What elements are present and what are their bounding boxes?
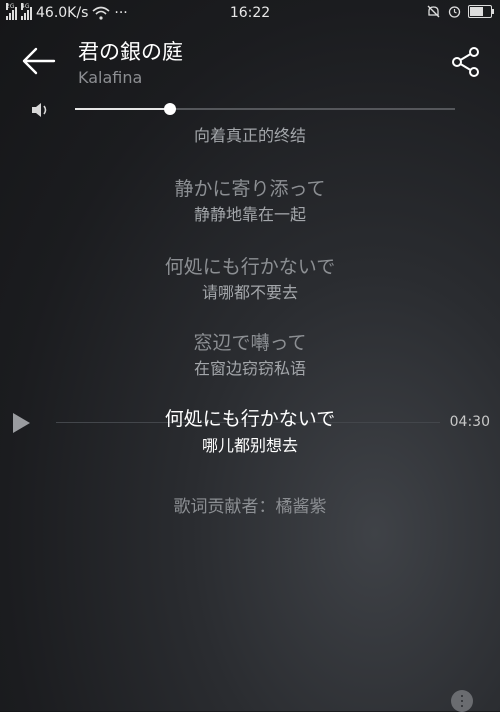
lyric-line: 静かに寄り添って	[174, 178, 326, 200]
volume-knob[interactable]	[164, 103, 176, 115]
seek-time: 04:30	[449, 414, 490, 430]
status-time: 16:22	[229, 5, 271, 21]
back-arrow-icon[interactable]	[20, 46, 56, 76]
status-right	[426, 4, 494, 19]
alarm-icon	[448, 6, 461, 18]
share-icon[interactable]	[450, 46, 482, 78]
song-title: 君の銀の庭	[78, 40, 183, 64]
lyric-translation: 向着真正的终结	[193, 126, 306, 145]
lyric-translation: 静静地靠在一起	[193, 205, 306, 224]
status-bar: 2G 4G 46.0K/s ··· 16:22	[0, 0, 500, 26]
lyric-contributor: 歌词贡献者：橘酱紫	[173, 497, 327, 517]
mute-bell-icon	[427, 5, 440, 18]
volume-slider[interactable]	[75, 103, 455, 115]
current-lyric-translation: 哪儿都别想去	[201, 436, 298, 455]
lyric-translation: 在窗边窃窃私语	[193, 359, 306, 378]
artist-name: Kalafina	[78, 68, 143, 87]
lyric-line: 窓辺で囀って	[193, 332, 307, 354]
current-lyric-line: 何処にも行かないで	[164, 408, 336, 430]
lyric-line: 何処にも行かないで	[164, 256, 336, 278]
player-header: 君の銀の庭 Kalafina	[0, 28, 500, 98]
volume-icon[interactable]	[30, 100, 52, 120]
lyric-translation: 请哪都不要去	[201, 283, 298, 302]
more-options-icon[interactable]	[451, 690, 473, 712]
volume-fill	[75, 108, 170, 110]
battery-icon	[468, 5, 494, 18]
